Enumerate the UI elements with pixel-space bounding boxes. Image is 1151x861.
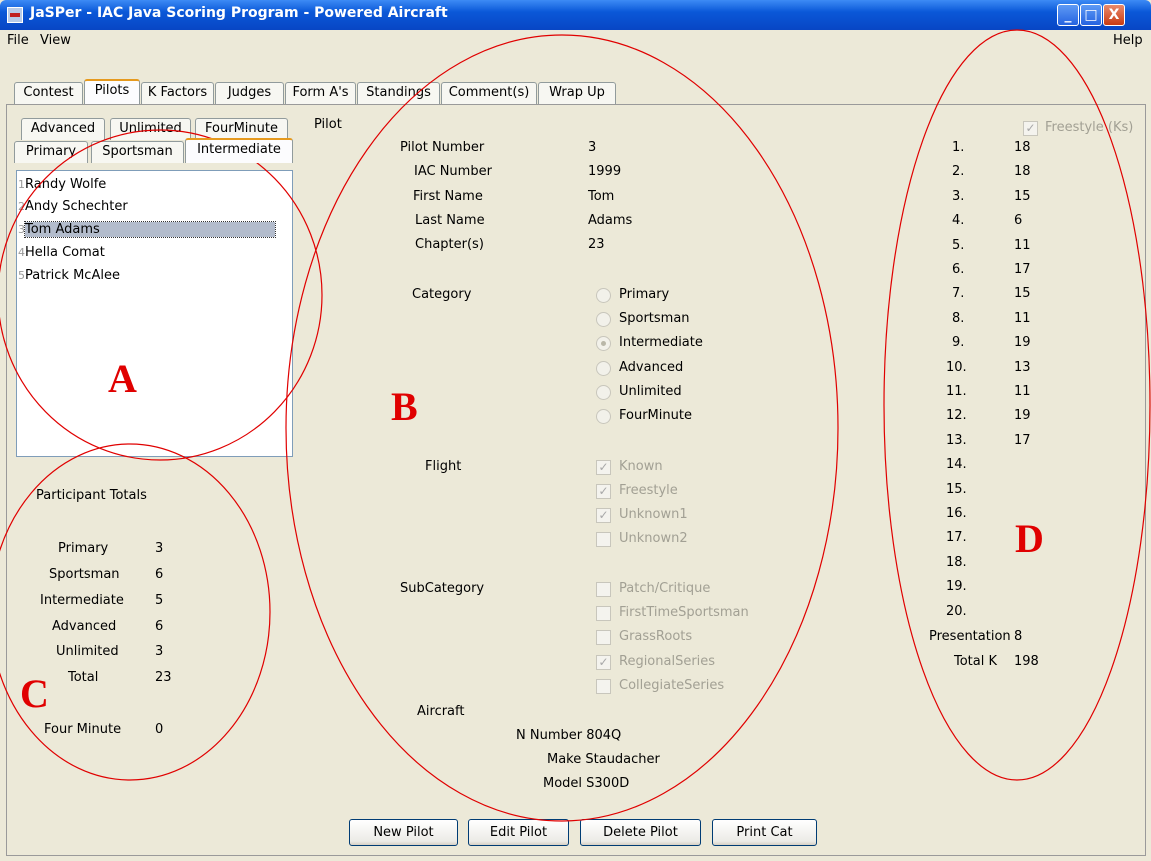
annotation-letter-b: B: [391, 384, 418, 429]
annotation-circle-d: [883, 29, 1151, 781]
cat-tab-intermediate[interactable]: Intermediate: [185, 138, 293, 163]
annotation-circle-c: [0, 443, 271, 781]
annotation-overlay: [0, 29, 1151, 822]
annotation-letter-a: A: [108, 356, 137, 401]
annotation-circle-b: [285, 34, 839, 822]
annotation-letter-d: D: [1015, 516, 1044, 561]
annotation-circle-a: [0, 129, 323, 461]
tab-pilots[interactable]: Pilots: [84, 79, 140, 104]
annotation-letter-c: C: [20, 671, 49, 716]
